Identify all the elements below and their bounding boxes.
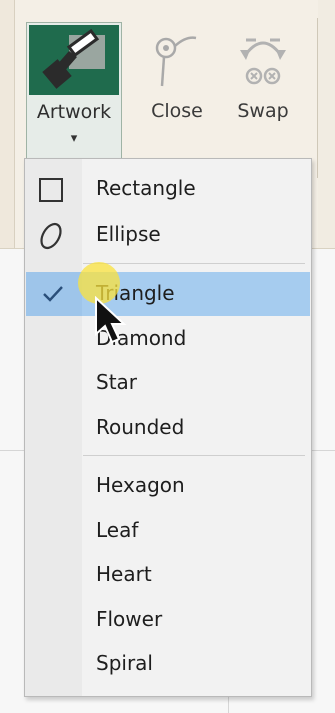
menu-separator — [83, 455, 305, 456]
canvas-gridline — [228, 697, 229, 713]
ribbon-left-edge — [0, 0, 15, 248]
menu-item-label: Ellipse — [96, 222, 161, 246]
menu-item-flower[interactable]: Flower — [26, 598, 310, 642]
menu-item-heart[interactable]: Heart — [26, 553, 310, 597]
menu-item-label: Leaf — [96, 518, 139, 542]
mouse-pointer-icon — [95, 296, 127, 344]
menu-item-leaf[interactable]: Leaf — [26, 509, 310, 553]
swap-button[interactable]: Swap — [230, 28, 296, 138]
menu-item-label: Rounded — [96, 415, 185, 439]
ribbon-right-edge — [318, 0, 335, 248]
menu-item-rectangle[interactable]: Rectangle — [26, 167, 310, 211]
menu-item-diamond[interactable]: Diamond — [26, 317, 310, 361]
menu-item-ellipse[interactable]: Ellipse — [26, 213, 310, 257]
artwork-button[interactable]: Artwork ▾ — [26, 22, 122, 159]
menu-item-label: Heart — [96, 562, 152, 586]
menu-item-star[interactable]: Star — [26, 361, 310, 405]
close-path-icon — [155, 36, 197, 87]
swap-label: Swap — [237, 100, 289, 122]
check-icon — [43, 286, 63, 302]
menu-item-label: Star — [96, 370, 138, 394]
menu-item-triangle[interactable]: Triangle — [26, 272, 310, 316]
menu-item-label: Spiral — [96, 651, 153, 675]
menu-item-label: Rectangle — [96, 176, 196, 200]
canvas-gridline — [312, 450, 335, 451]
canvas-gridline — [0, 450, 24, 451]
artwork-label: Artwork — [36, 101, 112, 123]
menu-item-rounded[interactable]: Rounded — [26, 406, 310, 450]
app-window: Artwork ▾ Close Swap Rectangle Ellipse T… — [0, 0, 335, 713]
swap-icon — [240, 38, 286, 85]
menu-item-label: Flower — [96, 607, 163, 631]
menu-item-hexagon[interactable]: Hexagon — [26, 464, 310, 508]
menu-separator — [83, 263, 305, 264]
close-label: Close — [151, 100, 203, 122]
artwork-icon — [29, 25, 119, 95]
menu-item-spiral[interactable]: Spiral — [26, 642, 310, 686]
menu-item-label: Hexagon — [96, 473, 185, 497]
ellipse-icon — [40, 222, 62, 250]
close-button[interactable]: Close — [144, 28, 210, 138]
chevron-down-icon: ▾ — [70, 131, 78, 146]
artwork-dropdown-menu: Rectangle Ellipse Triangle Diamond Star … — [24, 158, 312, 697]
rectangle-icon — [39, 178, 63, 202]
